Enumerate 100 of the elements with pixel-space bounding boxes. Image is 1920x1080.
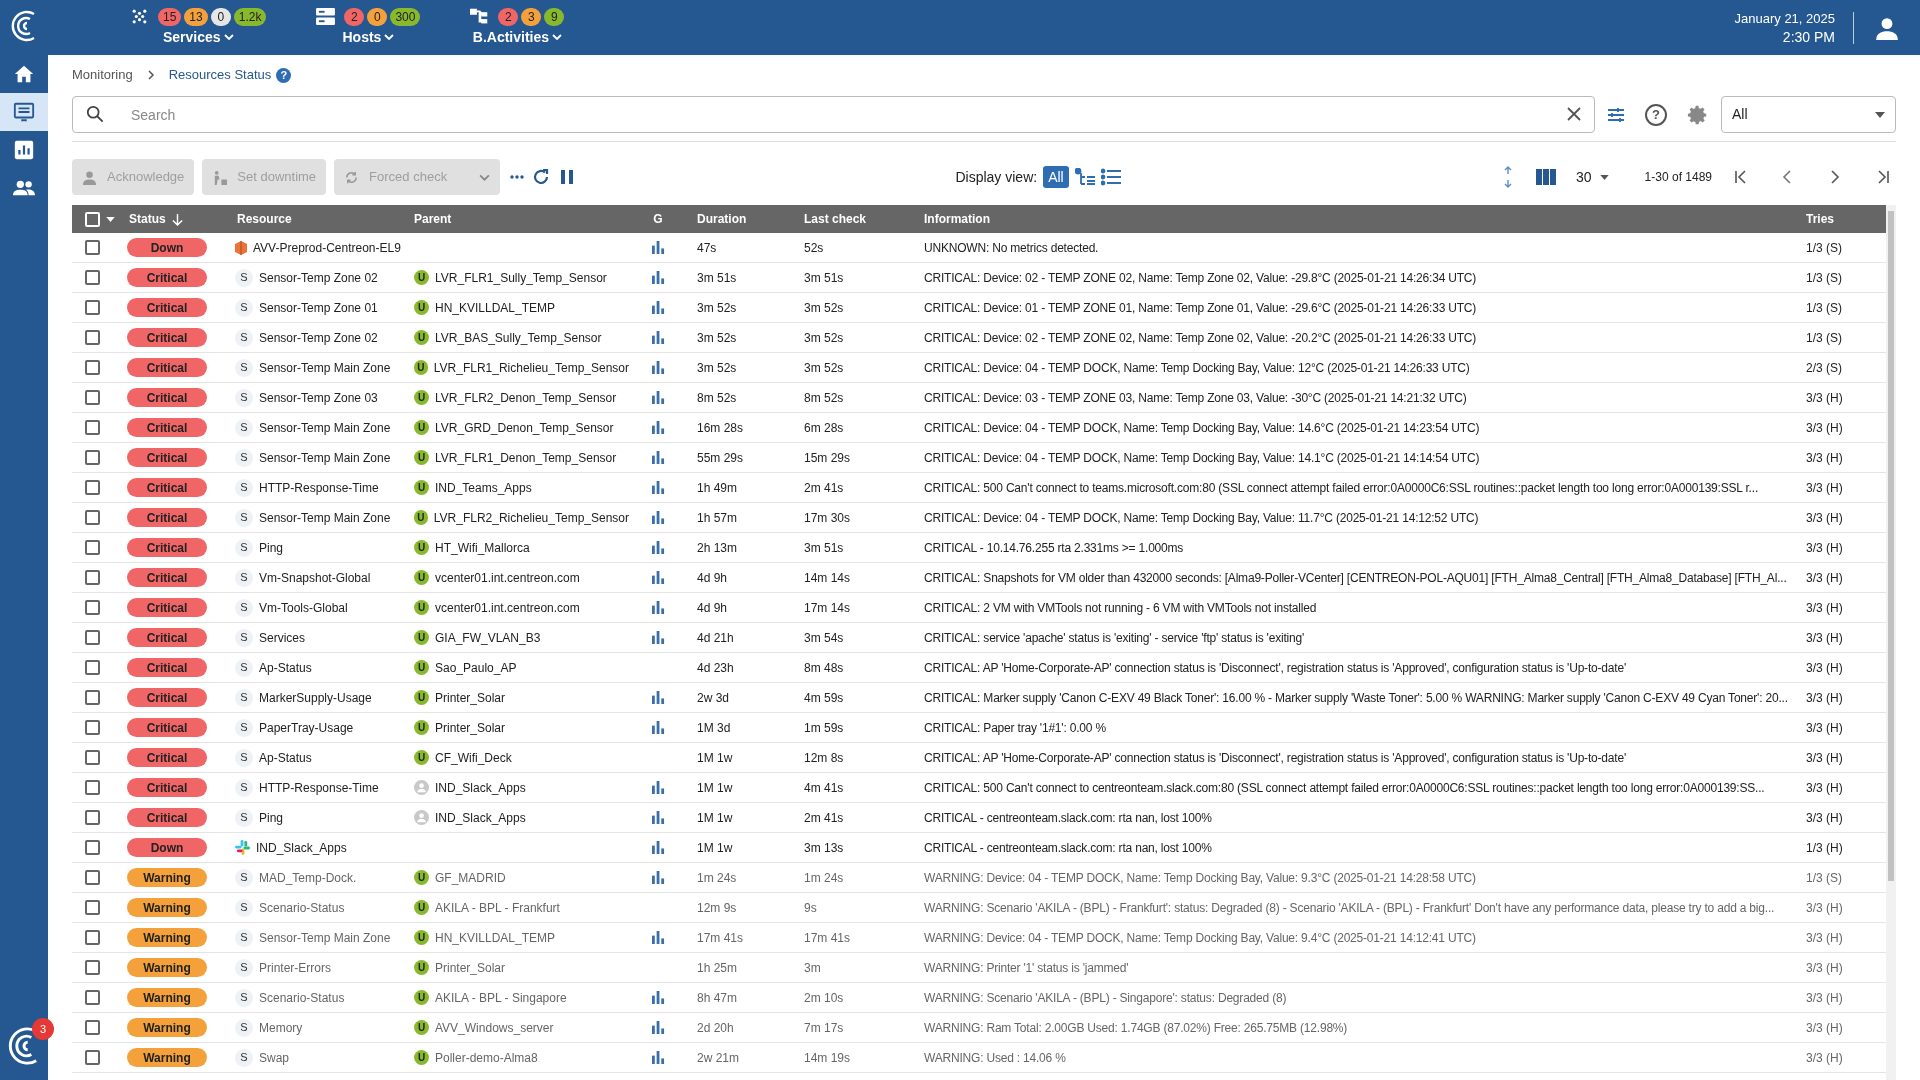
resource-name[interactable]: Sensor-Temp Main Zone	[259, 928, 391, 947]
row-checkbox[interactable]	[85, 270, 100, 285]
resource-name[interactable]: MarkerSupply-Usage	[259, 688, 372, 707]
bar-chart-icon[interactable]	[651, 1021, 665, 1034]
bar-chart-icon[interactable]	[651, 781, 665, 794]
column-header[interactable]: Tries	[1806, 210, 1835, 228]
resource-name[interactable]: Ping	[259, 808, 284, 827]
parent-name[interactable]: Printer_Solar	[435, 688, 506, 707]
counter-badge[interactable]: 1.2k	[233, 7, 267, 26]
row-checkbox[interactable]	[85, 720, 100, 735]
tree-view-icon[interactable]	[1074, 168, 1095, 186]
parent-name[interactable]: CF_Wifi_Deck	[435, 748, 512, 767]
resource-name[interactable]: HTTP-Response-Time	[259, 478, 379, 497]
columns-icon[interactable]	[1536, 169, 1557, 185]
resource-name[interactable]: IND_Slack_Apps	[256, 838, 347, 857]
resource-name[interactable]: Services	[259, 628, 305, 647]
resource-name[interactable]: MAD_Temp-Dock.	[259, 868, 357, 887]
parent-name[interactable]: AKILA - BPL - Singapore	[435, 988, 567, 1007]
counter-badge[interactable]: 3	[521, 7, 542, 26]
row-checkbox[interactable]	[85, 750, 100, 765]
resource-name[interactable]: Sensor-Temp Zone 02	[259, 328, 378, 347]
parent-name[interactable]: vcenter01.int.centreon.com	[435, 598, 580, 617]
row-checkbox[interactable]	[85, 450, 100, 465]
resource-name[interactable]: Vm-Snapshot-Global	[259, 568, 371, 587]
parent-name[interactable]: IND_Slack_Apps	[435, 778, 526, 797]
counter-badge[interactable]: 0	[210, 7, 231, 26]
parent-name[interactable]: AVV_Windows_server	[435, 1018, 554, 1037]
bar-chart-icon[interactable]	[651, 991, 665, 1004]
row-checkbox[interactable]	[85, 390, 100, 405]
row-checkbox[interactable]	[85, 240, 100, 255]
pause-icon[interactable]	[560, 169, 575, 185]
resource-name[interactable]: Sensor-Temp Zone 03	[259, 388, 378, 407]
settings-icon[interactable]	[1687, 103, 1709, 126]
resource-name[interactable]: Memory	[259, 1018, 303, 1037]
row-checkbox[interactable]	[85, 600, 100, 615]
bar-chart-icon[interactable]	[651, 631, 665, 644]
counter-badge[interactable]: 13	[184, 7, 208, 26]
parent-name[interactable]: Printer_Solar	[435, 718, 506, 737]
bar-chart-icon[interactable]	[651, 361, 665, 374]
list-view-icon[interactable]	[1100, 168, 1121, 186]
parent-name[interactable]: IND_Teams_Apps	[435, 478, 532, 497]
resource-name[interactable]: Printer-Errors	[259, 958, 331, 977]
column-header[interactable]: Information	[924, 210, 990, 228]
row-checkbox[interactable]	[85, 840, 100, 855]
parent-name[interactable]: Poller-demo-Alma8	[435, 1048, 538, 1067]
bar-chart-icon[interactable]	[651, 1051, 665, 1064]
parent-name[interactable]: vcenter01.int.centreon.com	[435, 568, 580, 587]
resource-name[interactable]: Ap-Status	[259, 748, 312, 767]
parent-name[interactable]: GF_MADRID	[435, 868, 506, 887]
parent-name[interactable]: LVR_FLR1_Richelieu_Temp_Sensor	[433, 358, 629, 377]
counter-badge[interactable]: 15	[158, 7, 182, 26]
resource-name[interactable]: Ap-Status	[259, 658, 312, 677]
row-checkbox[interactable]	[85, 420, 100, 435]
resource-name[interactable]: Sensor-Temp Main Zone	[259, 358, 391, 377]
bar-chart-icon[interactable]	[651, 841, 665, 854]
row-checkbox[interactable]	[85, 930, 100, 945]
parent-name[interactable]: IND_Slack_Apps	[435, 808, 526, 827]
resource-name[interactable]: Swap	[259, 1048, 290, 1067]
scrollbar[interactable]	[1886, 205, 1896, 1080]
bar-chart-icon[interactable]	[651, 601, 665, 614]
row-checkbox[interactable]	[85, 870, 100, 885]
parent-name[interactable]: HT_Wifi_Mallorca	[435, 538, 530, 557]
bar-chart-icon[interactable]	[651, 241, 665, 254]
row-checkbox[interactable]	[85, 690, 100, 705]
bar-chart-icon[interactable]	[651, 721, 665, 734]
bar-chart-icon[interactable]	[651, 811, 665, 824]
row-checkbox[interactable]	[85, 330, 100, 345]
view-all-tab[interactable]: All	[1043, 166, 1069, 188]
bar-chart-icon[interactable]	[651, 331, 665, 344]
row-checkbox[interactable]	[85, 780, 100, 795]
bar-chart-icon[interactable]	[651, 271, 665, 284]
bar-chart-icon[interactable]	[651, 691, 665, 704]
counter-badge[interactable]: 2	[344, 7, 365, 26]
refresh-icon[interactable]	[532, 168, 551, 186]
row-checkbox[interactable]	[85, 360, 100, 375]
column-header[interactable]: Duration	[697, 210, 747, 228]
resource-name[interactable]: Scenario-Status	[259, 898, 345, 917]
row-checkbox[interactable]	[85, 540, 100, 555]
row-checkbox[interactable]	[85, 510, 100, 525]
row-checkbox[interactable]	[85, 630, 100, 645]
counter-badge[interactable]: 300	[390, 7, 421, 26]
column-header[interactable]: Status	[129, 210, 166, 228]
bar-chart-icon[interactable]	[651, 421, 665, 434]
parent-name[interactable]: Sao_Paulo_AP	[435, 658, 517, 677]
row-checkbox[interactable]	[85, 300, 100, 315]
parent-name[interactable]: LVR_GRD_Denon_Temp_Sensor	[435, 418, 614, 437]
parent-name[interactable]: HN_KVILLDAL_TEMP	[435, 298, 556, 317]
breadcrumb-link[interactable]: Monitoring	[72, 65, 133, 85]
row-checkbox[interactable]	[85, 570, 100, 585]
resource-name[interactable]: Sensor-Temp Main Zone	[259, 448, 391, 467]
row-checkbox[interactable]	[85, 660, 100, 675]
resource-name[interactable]: Sensor-Temp Zone 01	[259, 298, 378, 317]
row-checkbox[interactable]	[85, 900, 100, 915]
resource-name[interactable]: Sensor-Temp Main Zone	[259, 418, 391, 437]
parent-name[interactable]: LVR_FLR1_Sully_Temp_Sensor	[435, 268, 607, 287]
search-field[interactable]: Search	[72, 96, 1595, 133]
resource-name[interactable]: Vm-Tools-Global	[259, 598, 348, 617]
parent-name[interactable]: HN_KVILLDAL_TEMP	[435, 928, 556, 947]
column-header[interactable]: Parent	[414, 210, 452, 228]
help-icon[interactable]: ?	[1645, 103, 1667, 126]
